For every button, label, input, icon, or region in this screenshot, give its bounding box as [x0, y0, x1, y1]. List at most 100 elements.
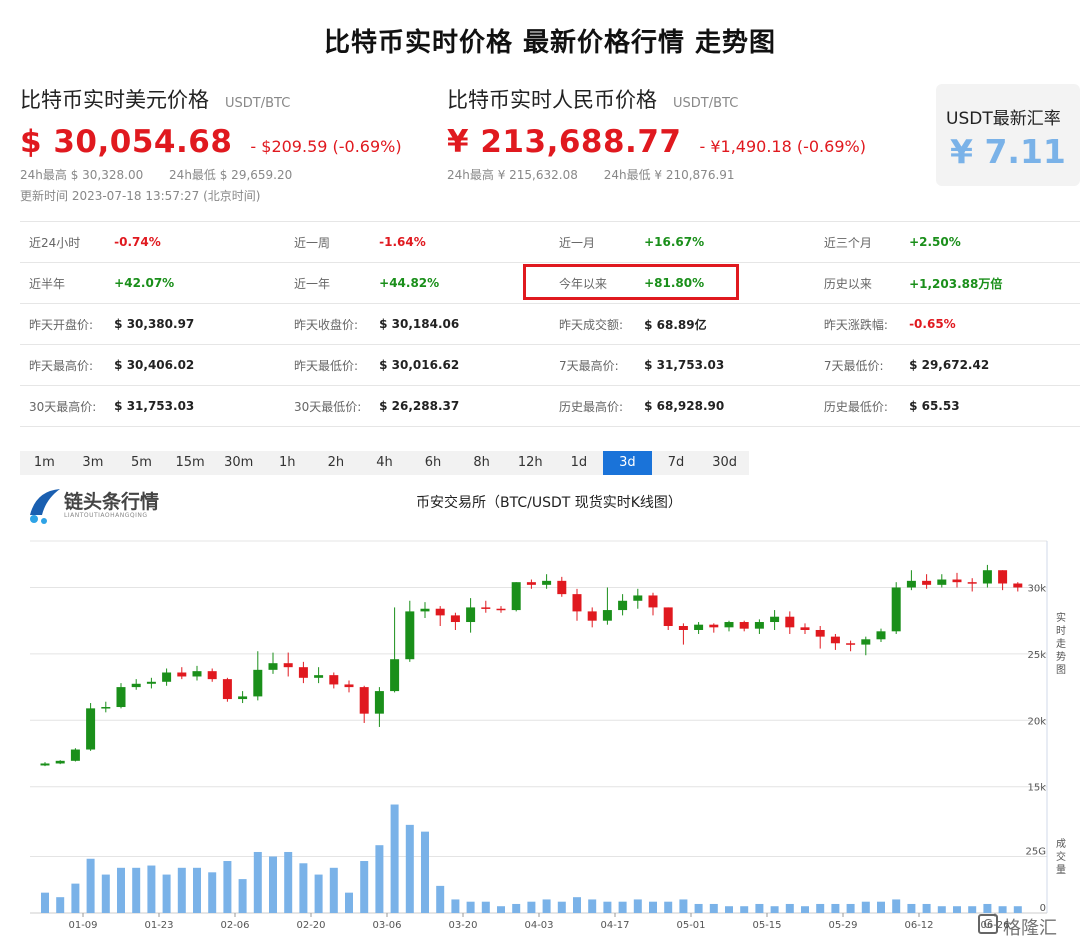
watermark: 格隆汇 — [1003, 918, 1057, 939]
volume-bar — [709, 903, 718, 913]
candle-body — [146, 681, 156, 684]
candle-body — [937, 579, 947, 585]
candle-body — [557, 580, 567, 595]
volume-bar — [664, 901, 673, 913]
watermark-icon: G — [978, 914, 998, 934]
volume-bar — [603, 901, 612, 913]
volume-bar — [117, 867, 125, 913]
candle-body — [587, 611, 597, 621]
volume-bar — [101, 874, 110, 913]
volume-bar — [785, 903, 794, 913]
candle-body — [192, 671, 202, 677]
candle-body — [982, 570, 992, 584]
x-tick-label: 05-29 — [828, 920, 857, 931]
volume-bar — [816, 903, 825, 913]
volume-bar — [405, 824, 414, 913]
candle-body — [40, 763, 50, 766]
volume-bar — [573, 897, 581, 913]
volume-bar — [269, 856, 277, 913]
volume-bar — [360, 861, 369, 913]
candle-body — [754, 622, 764, 629]
candle-body — [374, 691, 384, 714]
x-tick-label: 03-20 — [448, 920, 477, 931]
x-tick-label: 04-17 — [600, 920, 629, 931]
candle-body — [283, 663, 293, 668]
volume-bar — [193, 867, 201, 913]
candle-body — [739, 622, 749, 629]
candle-body — [298, 667, 308, 678]
volume-bar — [618, 901, 627, 913]
candle-body — [709, 624, 719, 628]
candle-body — [268, 663, 278, 670]
volume-bar — [968, 906, 977, 913]
volume-bar — [649, 901, 657, 913]
volume-bar — [132, 867, 141, 913]
candle-body — [101, 707, 111, 709]
volume-bar — [253, 851, 262, 913]
volume-bar — [542, 899, 551, 913]
candle-body — [602, 610, 612, 621]
candle-body — [663, 607, 673, 627]
volume-bar — [922, 903, 931, 913]
candle-body — [891, 587, 901, 632]
volume-bar — [633, 899, 642, 913]
candle-body — [70, 749, 80, 761]
x-tick-label: 03-06 — [372, 920, 401, 931]
volume-bar — [162, 874, 171, 913]
volume-bar — [679, 899, 688, 913]
candle-body — [526, 582, 536, 585]
volume-bar — [831, 903, 840, 913]
volume-bar — [892, 899, 901, 913]
candle-body — [466, 607, 476, 623]
kline-chart: 30k 25k 20k 15k 25G 0 01-09 01-23 02-06 02-20 03-0… — [30, 540, 1048, 931]
candle-body — [815, 629, 825, 637]
candle-body — [481, 607, 491, 609]
volume-bar — [56, 897, 65, 913]
volume-bar — [770, 906, 779, 913]
candle-body — [511, 582, 521, 611]
candle-body — [846, 643, 856, 645]
volume-bar — [1013, 906, 1022, 913]
volume-bar — [223, 861, 232, 913]
candle-body — [876, 631, 886, 640]
candle-body — [116, 687, 126, 708]
candle-body — [314, 675, 324, 678]
volume-bar — [451, 899, 460, 913]
volume-bar — [147, 865, 156, 913]
candle-body — [207, 671, 217, 680]
candle-body — [162, 672, 172, 682]
volume-bar — [694, 903, 703, 913]
volume-tick-label: 25G — [1026, 847, 1046, 858]
volume-bar — [907, 903, 916, 913]
volume-bar — [983, 903, 992, 913]
volume-bar — [238, 879, 247, 913]
candle-body — [253, 669, 263, 697]
volume-bar — [390, 804, 399, 913]
candle-body — [238, 696, 248, 700]
candle-body — [618, 600, 628, 611]
x-tick-label: 01-23 — [144, 920, 173, 931]
volume-bar — [284, 851, 293, 913]
candle-body — [222, 679, 232, 700]
volume-bar — [481, 901, 490, 913]
candle-body — [800, 627, 810, 630]
candle-body — [785, 616, 795, 628]
candle-body — [633, 595, 643, 601]
candle-body — [998, 570, 1008, 584]
candle-body — [86, 708, 96, 750]
candle-body — [435, 608, 445, 616]
volume-bar — [861, 901, 870, 913]
volume-bar — [86, 858, 95, 913]
volume-bar — [755, 903, 764, 913]
candle-body — [572, 594, 582, 612]
candle-body — [694, 624, 704, 630]
volume-bar — [375, 845, 384, 913]
volume-bar — [208, 872, 217, 913]
volume-bar — [71, 883, 80, 913]
volume-bar — [937, 906, 946, 913]
volume-bar — [497, 906, 505, 913]
volume-bar — [345, 892, 353, 913]
candle-body — [177, 672, 187, 677]
volume-bar — [466, 901, 475, 913]
price-tick-label: 25k — [1027, 650, 1046, 661]
